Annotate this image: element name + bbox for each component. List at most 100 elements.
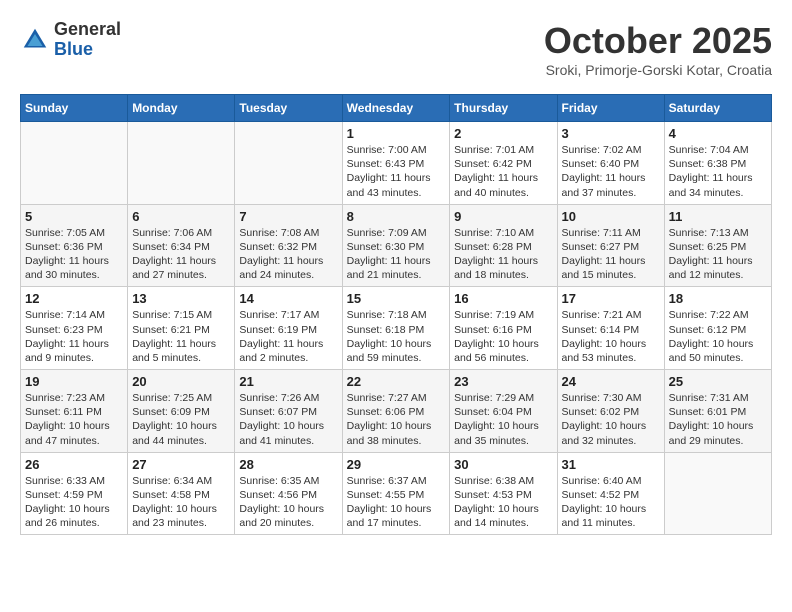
day-info: Sunrise: 7:21 AMSunset: 6:14 PMDaylight:… [562,308,660,365]
day-number: 20 [132,374,230,389]
day-info: Sunrise: 7:11 AMSunset: 6:27 PMDaylight:… [562,226,660,283]
calendar-cell: 3 Sunrise: 7:02 AMSunset: 6:40 PMDaylight… [557,122,664,205]
calendar-cell: 31 Sunrise: 6:40 AMSunset: 4:52 PMDayligh… [557,452,664,535]
calendar-cell: 28 Sunrise: 6:35 AMSunset: 4:56 PMDayligh… [235,452,342,535]
logo-icon [20,25,50,55]
calendar-cell: 24Sunrise: 7:30 AMSunset: 6:02 PMDayligh… [557,370,664,453]
day-info: Sunrise: 7:10 AMSunset: 6:28 PMDaylight:… [454,226,552,283]
day-number: 31 [562,457,660,472]
day-info: Sunrise: 6:37 AMSunset: 4:55 PMDaylight:… [347,474,446,531]
calendar-cell: 20 Sunrise: 7:25 AMSunset: 6:09 PMDayligh… [128,370,235,453]
weekday-header-tuesday: Tuesday [235,95,342,122]
day-info: Sunrise: 7:13 AMSunset: 6:25 PMDaylight:… [669,226,767,283]
day-number: 23 [454,374,552,389]
day-info: Sunrise: 7:08 AMSunset: 6:32 PMDaylight:… [239,226,337,283]
day-info: Sunrise: 7:06 AMSunset: 6:34 PMDaylight:… [132,226,230,283]
month-title: October 2025 [544,20,772,62]
calendar-cell: 26 Sunrise: 6:33 AMSunset: 4:59 PMDayligh… [21,452,128,535]
day-number: 24 [562,374,660,389]
weekday-header-monday: Monday [128,95,235,122]
day-info: Sunrise: 7:18 AMSunset: 6:18 PMDaylight:… [347,308,446,365]
day-number: 13 [132,291,230,306]
calendar-cell: 22 Sunrise: 7:27 AMSunset: 6:06 PMDayligh… [342,370,450,453]
day-info: Sunrise: 6:35 AMSunset: 4:56 PMDaylight:… [239,474,337,531]
calendar-cell [235,122,342,205]
day-number: 26 [25,457,123,472]
day-number: 12 [25,291,123,306]
calendar-cell: 19 Sunrise: 7:23 AMSunset: 6:11 PMDayligh… [21,370,128,453]
day-number: 4 [669,126,767,141]
header-row: SundayMondayTuesdayWednesdayThursdayFrid… [21,95,772,122]
weekday-header-sunday: Sunday [21,95,128,122]
calendar-cell: 11Sunrise: 7:13 AMSunset: 6:25 PMDayligh… [664,204,771,287]
calendar-cell: 12 Sunrise: 7:14 AMSunset: 6:23 PMDayligh… [21,287,128,370]
day-info: Sunrise: 7:19 AMSunset: 6:16 PMDaylight:… [454,308,552,365]
day-number: 22 [347,374,446,389]
day-number: 3 [562,126,660,141]
calendar-cell: 13 Sunrise: 7:15 AMSunset: 6:21 PMDayligh… [128,287,235,370]
calendar-cell: 29 Sunrise: 6:37 AMSunset: 4:55 PMDayligh… [342,452,450,535]
day-number: 8 [347,209,446,224]
calendar-cell: 15 Sunrise: 7:18 AMSunset: 6:18 PMDayligh… [342,287,450,370]
day-info: Sunrise: 7:26 AMSunset: 6:07 PMDaylight:… [239,391,337,448]
calendar-cell: 10 Sunrise: 7:11 AMSunset: 6:27 PMDayligh… [557,204,664,287]
day-number: 10 [562,209,660,224]
calendar-cell: 27Sunrise: 6:34 AMSunset: 4:58 PMDayligh… [128,452,235,535]
day-info: Sunrise: 6:38 AMSunset: 4:53 PMDaylight:… [454,474,552,531]
day-info: Sunrise: 7:05 AMSunset: 6:36 PMDaylight:… [25,226,123,283]
calendar-cell: 23 Sunrise: 7:29 AMSunset: 6:04 PMDayligh… [450,370,557,453]
logo: General Blue [20,20,121,60]
calendar-cell [21,122,128,205]
day-info: Sunrise: 7:04 AMSunset: 6:38 PMDaylight:… [669,143,767,200]
day-number: 2 [454,126,552,141]
day-number: 25 [669,374,767,389]
day-number: 28 [239,457,337,472]
day-info: Sunrise: 7:15 AMSunset: 6:21 PMDaylight:… [132,308,230,365]
calendar-cell: 16Sunrise: 7:19 AMSunset: 6:16 PMDayligh… [450,287,557,370]
calendar-table: SundayMondayTuesdayWednesdayThursdayFrid… [20,94,772,535]
day-number: 19 [25,374,123,389]
day-number: 9 [454,209,552,224]
calendar-cell: 4 Sunrise: 7:04 AMSunset: 6:38 PMDaylight… [664,122,771,205]
logo-blue-text: Blue [54,40,121,60]
day-info: Sunrise: 7:25 AMSunset: 6:09 PMDaylight:… [132,391,230,448]
calendar-cell: 14Sunrise: 7:17 AMSunset: 6:19 PMDayligh… [235,287,342,370]
day-info: Sunrise: 7:31 AMSunset: 6:01 PMDaylight:… [669,391,767,448]
day-number: 18 [669,291,767,306]
day-number: 17 [562,291,660,306]
calendar-cell: 8 Sunrise: 7:09 AMSunset: 6:30 PMDaylight… [342,204,450,287]
day-info: Sunrise: 7:02 AMSunset: 6:40 PMDaylight:… [562,143,660,200]
weekday-header-thursday: Thursday [450,95,557,122]
calendar-week-4: 19 Sunrise: 7:23 AMSunset: 6:11 PMDayligh… [21,370,772,453]
calendar-cell: 17 Sunrise: 7:21 AMSunset: 6:14 PMDayligh… [557,287,664,370]
calendar-cell: 9 Sunrise: 7:10 AMSunset: 6:28 PMDaylight… [450,204,557,287]
day-info: Sunrise: 7:09 AMSunset: 6:30 PMDaylight:… [347,226,446,283]
location-subtitle: Sroki, Primorje-Gorski Kotar, Croatia [544,62,772,78]
day-info: Sunrise: 7:27 AMSunset: 6:06 PMDaylight:… [347,391,446,448]
weekday-header-saturday: Saturday [664,95,771,122]
calendar-week-2: 5Sunrise: 7:05 AMSunset: 6:36 PMDaylight… [21,204,772,287]
day-info: Sunrise: 6:33 AMSunset: 4:59 PMDaylight:… [25,474,123,531]
day-info: Sunrise: 7:29 AMSunset: 6:04 PMDaylight:… [454,391,552,448]
day-info: Sunrise: 6:40 AMSunset: 4:52 PMDaylight:… [562,474,660,531]
calendar-cell: 21Sunrise: 7:26 AMSunset: 6:07 PMDayligh… [235,370,342,453]
logo-general-text: General [54,20,121,40]
title-block: October 2025 Sroki, Primorje-Gorski Kota… [544,20,772,78]
day-info: Sunrise: 7:14 AMSunset: 6:23 PMDaylight:… [25,308,123,365]
calendar-cell: 7 Sunrise: 7:08 AMSunset: 6:32 PMDaylight… [235,204,342,287]
day-number: 7 [239,209,337,224]
calendar-week-1: 1Sunrise: 7:00 AMSunset: 6:43 PMDaylight… [21,122,772,205]
day-number: 15 [347,291,446,306]
calendar-week-5: 26 Sunrise: 6:33 AMSunset: 4:59 PMDayligh… [21,452,772,535]
calendar-cell [128,122,235,205]
day-info: Sunrise: 7:00 AMSunset: 6:43 PMDaylight:… [347,143,446,200]
calendar-week-3: 12 Sunrise: 7:14 AMSunset: 6:23 PMDayligh… [21,287,772,370]
day-number: 30 [454,457,552,472]
calendar-cell [664,452,771,535]
calendar-cell: 18Sunrise: 7:22 AMSunset: 6:12 PMDayligh… [664,287,771,370]
day-info: Sunrise: 7:23 AMSunset: 6:11 PMDaylight:… [25,391,123,448]
page-header: General Blue October 2025 Sroki, Primorj… [20,20,772,78]
weekday-header-friday: Friday [557,95,664,122]
calendar-cell: 25 Sunrise: 7:31 AMSunset: 6:01 PMDayligh… [664,370,771,453]
day-number: 29 [347,457,446,472]
